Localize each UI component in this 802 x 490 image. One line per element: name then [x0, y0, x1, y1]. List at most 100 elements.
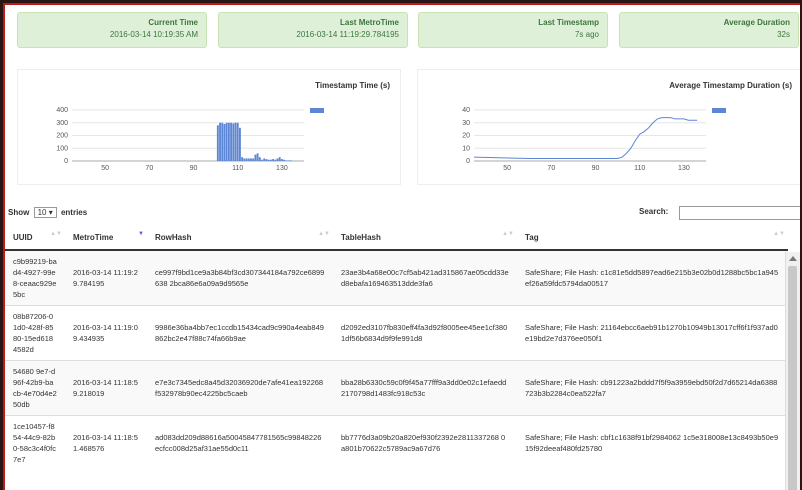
page-length-control: Show 10 ▾ entries [8, 207, 87, 218]
table-row[interactable]: 54680 9e7-d96f-42b9-bacb-4e70d4e250db 20… [5, 359, 788, 415]
page-size-select[interactable]: 10 ▾ [33, 207, 57, 218]
bar [243, 158, 246, 161]
cell-rowhash: ce997f9bd1ce9a3b84bf3cd307344184a792ce68… [147, 249, 333, 305]
cell-uuid: 1ce10457-f854-44c9-82b0-58c3c4f0fc7e7 [5, 414, 65, 470]
col-header-label: MetroTime [73, 233, 114, 242]
cell-metrotime: 2016-03-14 11:19:29.784195 [65, 249, 147, 305]
cell-tag: SafeShare; File Hash: cbf1c1638f91bf2984… [517, 414, 788, 470]
cell-tag: SafeShare; File Hash: c1c81e5dd5897ead6e… [517, 249, 788, 305]
cell-tablehash: 23ae3b4a68e00c7cf5ab421ad315867ae05cdd33… [333, 249, 517, 305]
col-header-metrotime[interactable]: MetroTime ▼ [65, 226, 147, 251]
cell-uuid: 54680 9e7-d96f-42b9-bacb-4e70d4e250db [5, 359, 65, 415]
bar [261, 159, 263, 161]
entries-label: entries [60, 208, 88, 217]
stat-value: 2016-03-14 10:19:35 AM [109, 30, 198, 39]
sort-desc-icon: ▼ [138, 231, 144, 237]
stat-title: Average Duration [723, 18, 790, 27]
stat-title: Last Timestamp [538, 18, 599, 27]
search-input[interactable] [679, 206, 800, 220]
data-table: UUID ▲▼ MetroTime ▼ RowHash ▲▼ TableHash ▲▼ … [5, 226, 788, 470]
bar [258, 157, 261, 161]
cell-rowhash: ad083dd209d88616a50045847781565c99848226… [147, 414, 333, 470]
bar [272, 159, 275, 161]
stat-current-time: Current Time 2016-03-14 10:19:35 AM [17, 12, 207, 48]
chart-title: Timestamp Time (s) [315, 81, 390, 90]
sort-icon: ▲▼ [773, 231, 785, 237]
bar [219, 122, 221, 161]
bar [250, 158, 252, 161]
sort-icon: ▲▼ [502, 231, 514, 237]
vertical-scrollbar[interactable] [785, 252, 800, 490]
cell-tablehash: bb7776d3a09b20a820ef930f2392e2811337268 … [333, 414, 517, 470]
cell-uuid: c9b99219-bad4-4927-99e8-ceaac929e5bc [5, 249, 65, 305]
col-header-label: UUID [13, 233, 33, 242]
col-header-label: Tag [525, 233, 539, 242]
bar [223, 124, 226, 161]
bar [225, 122, 228, 161]
bar [267, 159, 270, 161]
x-tick-label: 90 [592, 165, 600, 172]
chart-panel-timestamp: Timestamp Time (s) 0 100 200 300 400 50 70 90 11… [17, 69, 401, 185]
y-tick-label: 0 [64, 158, 68, 165]
bar [256, 153, 259, 161]
chart-title: Average Timestamp Duration (s) [669, 81, 792, 90]
bar [265, 159, 268, 161]
table-row[interactable]: 1ce10457-f854-44c9-82b0-58c3c4f0fc7e7 20… [5, 414, 788, 470]
x-tick-label: 90 [190, 165, 198, 172]
legend-swatch [310, 108, 324, 113]
show-label: Show [8, 208, 30, 217]
y-tick-label: 0 [466, 158, 470, 165]
bar [245, 158, 248, 161]
stat-title: Last MetroTime [340, 18, 399, 27]
bar [236, 122, 239, 161]
col-header-tablehash[interactable]: TableHash ▲▼ [333, 226, 517, 251]
bar [252, 158, 255, 161]
stat-value: 7s ago [574, 30, 599, 39]
bar [247, 158, 250, 161]
bar [278, 157, 281, 161]
table-row[interactable]: 08b87206-01d0-428f-8580-15ed6184582d 201… [5, 304, 788, 360]
bar [285, 160, 288, 161]
x-tick-label: 70 [145, 165, 153, 172]
x-tick-label: 130 [678, 165, 690, 172]
x-tick-label: 70 [547, 165, 555, 172]
bar [227, 122, 230, 161]
bar [263, 158, 266, 161]
y-tick-label: 10 [462, 145, 470, 152]
bar [230, 122, 233, 161]
cell-rowhash: 9986e36ba4bb7ec1ccdb15434cad9c990a4eab84… [147, 304, 333, 360]
y-tick-label: 40 [462, 107, 470, 114]
bar [241, 157, 244, 161]
cell-rowhash: e7e3c7345edc8a45d32036920de7afe41ea19226… [147, 359, 333, 415]
stat-value: 32s [777, 30, 790, 39]
col-header-label: TableHash [341, 233, 381, 242]
x-tick-label: 50 [101, 165, 109, 172]
chart-panel-duration: Average Timestamp Duration (s) 0 10 20 30 40… [417, 69, 800, 185]
col-header-tag[interactable]: Tag ▲▼ [517, 226, 788, 251]
bar [221, 122, 224, 161]
col-header-uuid[interactable]: UUID ▲▼ [5, 226, 65, 251]
table-row[interactable]: c9b99219-bad4-4927-99e8-ceaac929e5bc 201… [5, 249, 788, 305]
stat-average-duration: Average Duration 32s [619, 12, 799, 48]
cell-tablehash: d2092ed3107fb830eff4fa3d92f8005ee45ee1cf… [333, 304, 517, 360]
col-header-rowhash[interactable]: RowHash ▲▼ [147, 226, 333, 251]
x-tick-label: 50 [503, 165, 511, 172]
cell-uuid: 08b87206-01d0-428f-8580-15ed6184582d [5, 304, 65, 360]
search-label: Search: [639, 207, 669, 216]
col-header-label: RowHash [155, 233, 192, 242]
cell-tag: SafeShare; File Hash: cb91223a2bddd7f5f9… [517, 359, 788, 415]
bar [238, 127, 241, 161]
chevron-down-icon: ▾ [48, 208, 53, 217]
bar [280, 159, 283, 161]
series-line [473, 117, 698, 159]
bar [216, 125, 219, 161]
scroll-up-icon[interactable] [789, 256, 797, 261]
y-tick-label: 300 [56, 120, 68, 127]
y-tick-label: 400 [56, 107, 68, 114]
sort-icon: ▲▼ [318, 231, 330, 237]
table-header-row: UUID ▲▼ MetroTime ▼ RowHash ▲▼ TableHash ▲▼ … [5, 226, 788, 251]
stat-last-timestamp: Last Timestamp 7s ago [418, 12, 608, 48]
scrollbar-thumb[interactable] [788, 266, 797, 490]
bar [269, 159, 272, 161]
dashboard: Current Time 2016-03-14 10:19:35 AM Last… [3, 3, 800, 490]
